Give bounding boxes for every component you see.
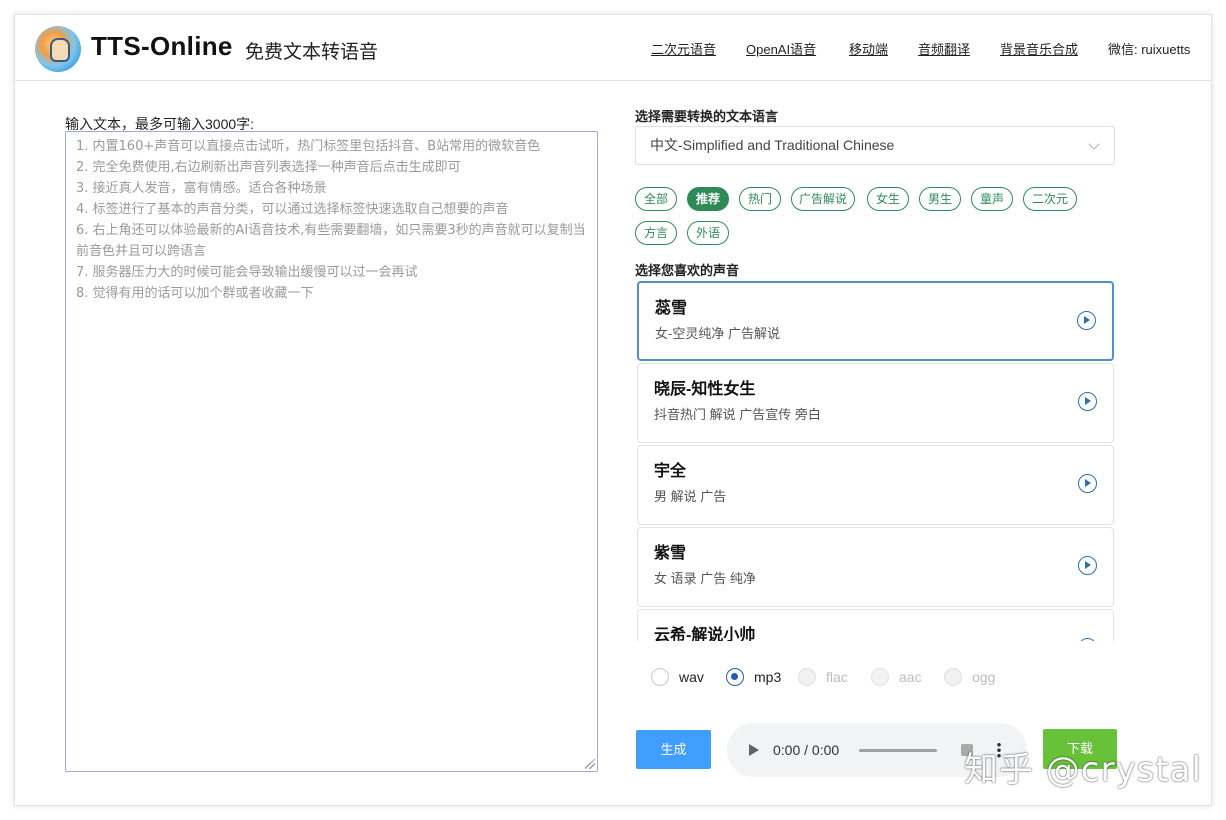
voice-name: 宇全 (654, 463, 687, 480)
format-radio-aac: aac (871, 668, 922, 686)
format-radio-mp3[interactable]: mp3 (726, 668, 781, 686)
play-circle-icon[interactable] (1078, 556, 1097, 575)
wechat-contact: 微信: ruixuetts (1108, 42, 1191, 57)
voice-card[interactable]: 宇全男 解说 广告 (637, 445, 1114, 525)
voice-card[interactable]: 晓辰-知性女生抖音热门 解说 广告宣传 旁白 (637, 363, 1114, 443)
nav-link-openai-voice[interactable]: OpenAI语音 (746, 39, 816, 58)
player-progress-track[interactable] (859, 749, 937, 752)
tag-6[interactable]: 童声 (971, 187, 1013, 211)
play-circle-icon[interactable] (1078, 638, 1097, 641)
resize-handle-icon[interactable] (585, 759, 595, 769)
voice-description: 抖音热门 解说 广告宣传 旁白 (654, 407, 821, 422)
tag-2[interactable]: 热门 (739, 187, 781, 211)
nav-link-audio-translate[interactable]: 音频翻译 (918, 39, 970, 58)
format-radio-wav[interactable]: wav (651, 668, 704, 686)
nav-link-mobile[interactable]: 移动端 (849, 39, 888, 58)
format-radio-ogg: ogg (944, 668, 995, 686)
placeholder-line: 4. 标签进行了基本的声音分类，可以通过选择标签快速选取自己想要的声音 (76, 202, 509, 217)
tag-0[interactable]: 全部 (635, 187, 677, 211)
placeholder-line: 1. 内置160+声音可以直接点击试听，热门标签里包括抖音、B站常用的微软音色 (76, 139, 541, 154)
header: TTS-Online 免费文本转语音 二次元语音 OpenAI语音 移动端 音频… (15, 15, 1211, 81)
voice-name: 晓辰-知性女生 (654, 381, 756, 398)
placeholder-line: 6. 右上角还可以体验最新的AI语音技术,有些需要翻墙，如只需要3秒的声音就可以… (76, 223, 586, 259)
voice-name: 紫雪 (654, 545, 687, 562)
voice-description: 女-空灵纯净 广告解说 (655, 326, 780, 341)
placeholder-line: 2. 完全免费使用,右边刷新出声音列表选择一种声音后点击生成即可 (76, 160, 461, 175)
brand-title: TTS-Online (91, 31, 233, 61)
radio-circle-icon (944, 668, 962, 686)
language-select[interactable]: 中文-Simplified and Traditional Chinese (635, 126, 1115, 165)
format-radio-flac: flac (798, 668, 848, 686)
text-input[interactable]: 1. 内置160+声音可以直接点击试听，热门标签里包括抖音、B站常用的微软音色 2… (65, 131, 598, 772)
play-circle-icon[interactable] (1077, 311, 1096, 330)
generate-button[interactable]: 生成 (636, 730, 711, 769)
language-label: 选择需要转换的文本语言 (635, 109, 779, 124)
voice-card[interactable]: 云希-解说小帅 (637, 609, 1114, 641)
chevron-down-icon (1088, 138, 1100, 150)
voice-list[interactable]: 蕊雪女-空灵纯净 广告解说 晓辰-知性女生抖音热门 解说 广告宣传 旁白 宇全男 解… (635, 279, 1117, 641)
placeholder-line: 3. 接近真人发音，富有情感。适合各种场景 (76, 181, 327, 196)
tag-5[interactable]: 男生 (919, 187, 961, 211)
placeholder-line: 7. 服务器压力大的时候可能会导致输出缓慢可以过一会再试 (76, 265, 418, 280)
radio-circle-icon (798, 668, 816, 686)
voice-name: 云希-解说小帅 (654, 627, 756, 641)
radio-circle-icon (651, 668, 669, 686)
tag-7[interactable]: 二次元 (1023, 187, 1077, 211)
format-radio-label: aac (899, 669, 922, 685)
format-radio-label: mp3 (754, 669, 782, 685)
placeholder-line: 8. 觉得有用的话可以加个群或者收藏一下 (76, 286, 314, 301)
tag-4[interactable]: 女生 (867, 187, 909, 211)
nav-link-anime-voice[interactable]: 二次元语音 (651, 39, 716, 58)
radio-circle-icon (726, 668, 744, 686)
tag-3[interactable]: 广告解说 (791, 187, 855, 211)
radio-circle-icon (871, 668, 889, 686)
voice-label: 选择您喜欢的声音 (635, 263, 740, 278)
voice-description: 女 语录 广告 纯净 (654, 571, 756, 586)
voice-description: 男 解说 广告 (654, 489, 727, 504)
voice-name: 蕊雪 (655, 300, 688, 317)
format-radio-label: flac (826, 669, 848, 685)
player-time: 0:00 / 0:00 (773, 742, 840, 758)
format-radio-label: wav (679, 669, 704, 685)
nav-link-bgm-synthesis[interactable]: 背景音乐合成 (1000, 39, 1078, 58)
app-frame: TTS-Online 免费文本转语音 二次元语音 OpenAI语音 移动端 音频… (14, 14, 1212, 806)
watermark: 知乎 @crystal (964, 750, 1202, 790)
play-circle-icon[interactable] (1078, 474, 1097, 493)
logo-icon (35, 26, 81, 72)
tag-1[interactable]: 推荐 (687, 187, 729, 211)
tag-8[interactable]: 方言 (635, 221, 677, 245)
tag-9[interactable]: 外语 (687, 221, 729, 245)
language-select-value: 中文-Simplified and Traditional Chinese (650, 137, 895, 153)
brand-subtitle: 免费文本转语音 (245, 42, 379, 63)
format-radio-label: ogg (972, 669, 996, 685)
voice-card[interactable]: 蕊雪女-空灵纯净 广告解说 (637, 281, 1114, 361)
voice-card[interactable]: 紫雪女 语录 广告 纯净 (637, 527, 1114, 607)
play-circle-icon[interactable] (1078, 392, 1097, 411)
play-icon[interactable] (749, 744, 759, 756)
